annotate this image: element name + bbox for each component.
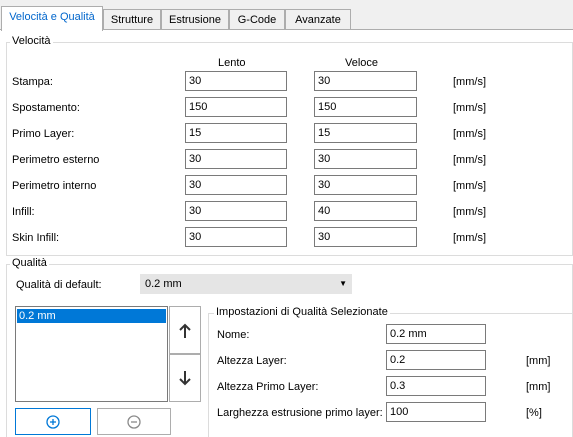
infill-speed-fast-input[interactable] bbox=[314, 201, 417, 221]
outer-perimeter-speed-slow-input[interactable] bbox=[185, 149, 287, 169]
quality-name-label: Nome: bbox=[217, 329, 250, 341]
travel-speed-slow-input[interactable] bbox=[185, 97, 287, 117]
speed-group bbox=[6, 42, 573, 256]
speed-label-infill: Infill: bbox=[12, 206, 35, 218]
tab-advanced[interactable]: Avanzate bbox=[285, 9, 351, 29]
layer-height-label: Altezza Layer: bbox=[217, 355, 287, 367]
inner-perimeter-speed-slow-input[interactable] bbox=[185, 175, 287, 195]
first-layer-speed-fast-input[interactable] bbox=[314, 123, 417, 143]
tab-structures[interactable]: Strutture bbox=[103, 9, 161, 29]
quality-group-title: Qualità bbox=[10, 257, 49, 269]
remove-quality-button[interactable] bbox=[97, 408, 171, 435]
speed-label-inner-perimeter: Perimetro interno bbox=[12, 180, 97, 192]
plus-circle-icon bbox=[46, 415, 60, 429]
speed-unit: [mm/s] bbox=[453, 232, 486, 244]
speed-unit: [mm/s] bbox=[453, 154, 486, 166]
speed-label-print: Stampa: bbox=[12, 76, 53, 88]
first-layer-speed-slow-input[interactable] bbox=[185, 123, 287, 143]
add-quality-button[interactable] bbox=[15, 408, 91, 435]
speed-label-first-layer: Primo Layer: bbox=[12, 128, 75, 140]
column-header-fast: Veloce bbox=[345, 57, 379, 69]
move-up-button[interactable] bbox=[169, 306, 201, 354]
speed-label-skin-infill: Skin Infill: bbox=[12, 232, 60, 244]
skin-infill-speed-slow-input[interactable] bbox=[185, 227, 287, 247]
infill-speed-slow-input[interactable] bbox=[185, 201, 287, 221]
speed-label-travel: Spostamento: bbox=[12, 102, 80, 114]
travel-speed-fast-input[interactable] bbox=[314, 97, 417, 117]
default-quality-label: Qualità di default: bbox=[16, 279, 102, 291]
speed-label-outer-perimeter: Perimetro esterno bbox=[12, 154, 100, 166]
default-quality-dropdown[interactable]: 0.2 mm ▼ bbox=[140, 274, 352, 294]
arrow-up-icon bbox=[179, 323, 191, 338]
first-layer-width-input[interactable] bbox=[386, 402, 486, 422]
print-speed-fast-input[interactable] bbox=[314, 71, 417, 91]
tab-extrusion[interactable]: Estrusione bbox=[161, 9, 229, 29]
quality-list-item[interactable]: 0.2 mm bbox=[17, 309, 166, 323]
selected-quality-title: Impostazioni di Qualità Selezionate bbox=[214, 306, 390, 318]
layer-height-unit: [mm] bbox=[526, 355, 551, 367]
tab-gcode[interactable]: G-Code bbox=[229, 9, 285, 29]
outer-perimeter-speed-fast-input[interactable] bbox=[314, 149, 417, 169]
skin-infill-speed-fast-input[interactable] bbox=[314, 227, 417, 247]
minus-circle-icon bbox=[127, 415, 141, 429]
speed-unit: [mm/s] bbox=[453, 76, 486, 88]
first-layer-width-unit: [%] bbox=[526, 407, 542, 419]
speed-unit: [mm/s] bbox=[453, 180, 486, 192]
dropdown-arrow-icon: ▼ bbox=[339, 279, 347, 288]
first-layer-width-label: Larghezza estrusione primo layer: bbox=[217, 407, 383, 419]
layer-height-input[interactable] bbox=[386, 350, 486, 370]
quality-list[interactable]: 0.2 mm bbox=[15, 306, 168, 402]
first-layer-height-unit: [mm] bbox=[526, 381, 551, 393]
first-layer-height-label: Altezza Primo Layer: bbox=[217, 381, 319, 393]
inner-perimeter-speed-fast-input[interactable] bbox=[314, 175, 417, 195]
column-header-slow: Lento bbox=[218, 57, 246, 69]
first-layer-height-input[interactable] bbox=[386, 376, 486, 396]
arrow-down-icon bbox=[179, 371, 191, 386]
speed-unit: [mm/s] bbox=[453, 128, 486, 140]
speed-group-title: Velocità bbox=[10, 35, 53, 47]
tab-speed-quality[interactable]: Velocità e Qualità bbox=[1, 6, 103, 31]
print-speed-slow-input[interactable] bbox=[185, 71, 287, 91]
move-down-button[interactable] bbox=[169, 354, 201, 402]
speed-unit: [mm/s] bbox=[453, 206, 486, 218]
speed-unit: [mm/s] bbox=[453, 102, 486, 114]
quality-name-input[interactable] bbox=[386, 324, 486, 344]
tab-bar: Velocità e Qualità Strutture Estrusione … bbox=[0, 0, 573, 31]
default-quality-value: 0.2 mm bbox=[145, 278, 182, 290]
